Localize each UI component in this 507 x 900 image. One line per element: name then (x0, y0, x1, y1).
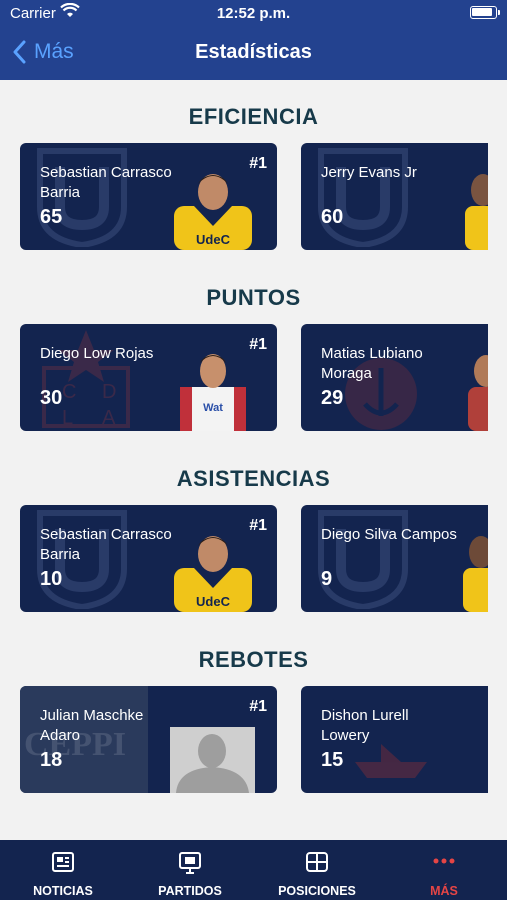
runner-up-card[interactable]: Dishon Lurell Lowery 15 (301, 686, 488, 793)
player-name: Sebastian Carrasco Barria (40, 164, 172, 201)
club-ship-icon (355, 744, 427, 778)
leader-card[interactable]: C D L A Diego Low Rojas 30 #1 Wat (20, 324, 277, 431)
club-star-crest-icon: C D L A (42, 330, 130, 428)
player-photo (463, 536, 488, 612)
svg-text:C: C (62, 381, 76, 403)
section-title-asistencias: ASISTENCIAS (176, 466, 331, 491)
stat-value: 30 (40, 387, 63, 409)
stat-value: 10 (40, 568, 63, 590)
stat-value: 29 (321, 387, 344, 409)
rank-badge: #1 (249, 698, 267, 715)
page-title: Estadísticas (195, 41, 312, 63)
svg-text:D: D (102, 381, 116, 403)
stats-list[interactable]: EFICIENCIA Sebastian Carrasco Barria 65 … (0, 80, 507, 840)
player-photo: Wat (180, 354, 246, 431)
tab-label: MÁS (430, 884, 458, 898)
player-name: Jerry Evans Jr (321, 164, 417, 181)
club-crest-icon (318, 510, 408, 609)
tab-noticias[interactable]: NOTICIAS (0, 840, 126, 900)
tab-label: PARTIDOS (158, 884, 222, 898)
standings-icon (306, 852, 328, 872)
player-name: Diego Silva Campos (321, 526, 457, 543)
leader-card[interactable]: CEPPI Julian Maschke Adaro 18 #1 (20, 686, 277, 793)
stat-value: 9 (321, 568, 333, 590)
news-icon (52, 852, 74, 872)
tab-label: NOTICIAS (33, 884, 93, 898)
jersey-logo: UdeC (196, 594, 231, 609)
player-photo (465, 174, 488, 250)
player-name: Dishon Lurell Lowery (321, 707, 409, 744)
status-bar: Carrier 12:52 p.m. (0, 0, 507, 28)
jersey-logo-2: Wat (203, 402, 223, 414)
stat-value: 15 (321, 749, 344, 771)
leader-card[interactable]: Sebastian Carrasco Barria 65 #1 UdeC (20, 143, 277, 250)
svg-text:A: A (102, 407, 116, 428)
battery-icon (470, 6, 500, 19)
avatar-placeholder-icon (170, 727, 255, 793)
clock: 12:52 p.m. (216, 5, 291, 22)
section-title-rebotes: REBOTES (198, 647, 309, 672)
tab-partidos[interactable]: PARTIDOS (127, 840, 253, 900)
runner-up-card[interactable]: Diego Silva Campos 9 (301, 505, 488, 612)
more-icon (433, 858, 455, 864)
svg-text:L: L (62, 407, 73, 428)
leader-card[interactable]: Sebastian Carrasco Barria 10 #1 UdeC (20, 505, 277, 612)
games-icon (179, 852, 201, 874)
player-photo: UdeC (174, 536, 252, 612)
section-title-eficiencia: EFICIENCIA (188, 104, 319, 129)
player-name: Sebastian Carrasco Barria (40, 526, 172, 563)
tab-label: POSICIONES (278, 884, 356, 898)
stat-value: 65 (40, 206, 63, 228)
player-name: Diego Low Rojas (40, 345, 154, 362)
tab-bar: NOTICIAS PARTIDOS POSICIONES MÁS (0, 840, 507, 900)
player-name: Julian Maschke Adaro (40, 707, 144, 744)
section-title-puntos: PUNTOS (206, 285, 301, 310)
stat-value: 60 (321, 206, 344, 228)
player-photo (468, 355, 488, 431)
player-name: Matias Lubiano Moraga (321, 345, 423, 382)
tab-mas[interactable]: MÁS (381, 840, 507, 900)
runner-up-card[interactable]: Jerry Evans Jr 60 (301, 143, 488, 250)
navigation-bar: Carrier 12:52 p.m. Más Estadísticas (0, 0, 507, 80)
club-crest-icon (318, 148, 408, 247)
rank-badge: #1 (249, 336, 267, 353)
stat-value: 18 (40, 749, 63, 771)
jersey-logo: UdeC (196, 232, 231, 247)
runner-up-card[interactable]: Matias Lubiano Moraga 29 (301, 324, 488, 431)
player-photo: UdeC (174, 174, 252, 250)
tab-posiciones[interactable]: POSICIONES (254, 840, 380, 900)
